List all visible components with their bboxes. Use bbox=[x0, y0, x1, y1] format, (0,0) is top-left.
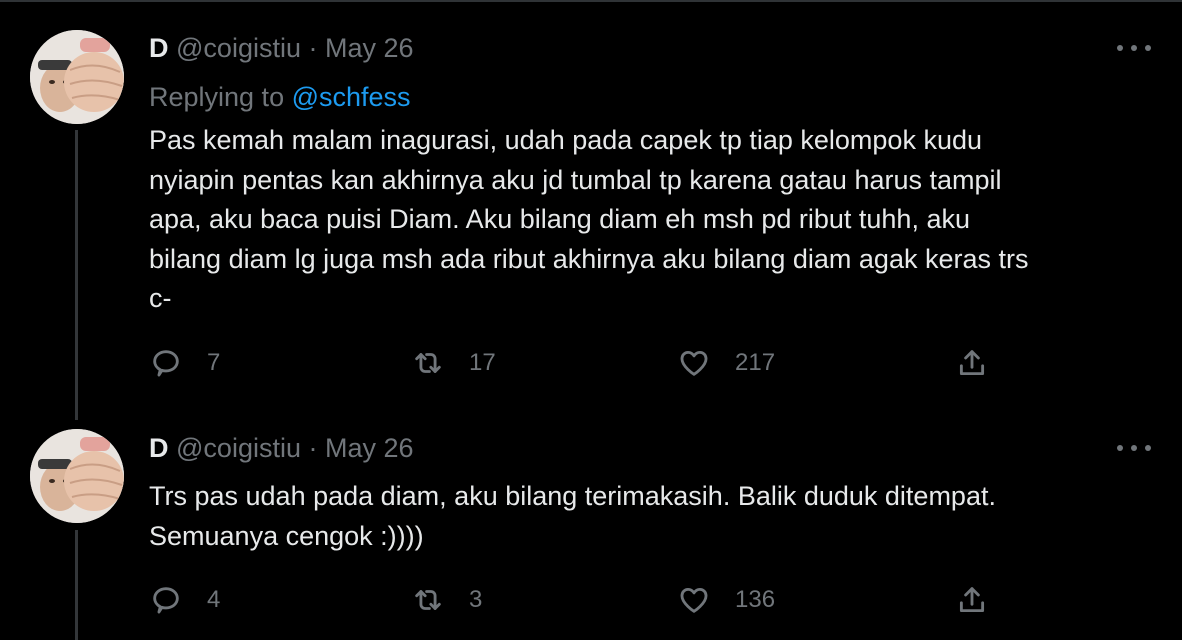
thread-connector-line bbox=[75, 530, 78, 640]
separator: · bbox=[308, 33, 318, 63]
replying-to: Replying to @schfess bbox=[149, 81, 411, 113]
reply-icon bbox=[153, 350, 179, 377]
mention-link[interactable]: @schfess bbox=[292, 82, 411, 112]
retweet-icon bbox=[415, 590, 441, 610]
like-button[interactable]: 136 bbox=[677, 580, 775, 620]
reply-icon bbox=[153, 587, 179, 614]
tweet-text: Trs pas udah pada diam, aku bilang terim… bbox=[149, 481, 996, 551]
retweet-count: 17 bbox=[469, 349, 496, 376]
like-count: 136 bbox=[735, 586, 776, 613]
share-button[interactable] bbox=[955, 580, 989, 620]
share-button[interactable] bbox=[955, 343, 989, 383]
tweet-text: Pas kemah malam inagurasi, udah pada cap… bbox=[149, 125, 1029, 313]
reply-button[interactable]: 7 bbox=[149, 343, 220, 383]
avatar[interactable] bbox=[30, 30, 124, 124]
replying-prefix: Replying to bbox=[149, 82, 285, 112]
more-horizontal-icon bbox=[1117, 45, 1123, 51]
retweet-count: 3 bbox=[469, 586, 483, 613]
like-button[interactable]: 217 bbox=[677, 343, 775, 383]
reply-count: 7 bbox=[207, 349, 221, 376]
tweet-header: D @coigistiu · May 26 bbox=[149, 432, 414, 464]
handle[interactable]: @coigistiu bbox=[176, 433, 301, 463]
share-icon bbox=[959, 350, 985, 376]
tweet-date[interactable]: May 26 bbox=[325, 33, 414, 63]
retweet-icon bbox=[415, 353, 441, 373]
thread-connector-line bbox=[75, 130, 78, 420]
retweet-button[interactable]: 3 bbox=[411, 580, 482, 620]
tweet-actions: 7 17 217 bbox=[149, 343, 1009, 383]
more-horizontal-icon bbox=[1117, 445, 1123, 451]
avatar[interactable] bbox=[30, 429, 124, 523]
display-name[interactable]: D bbox=[149, 33, 169, 63]
share-icon bbox=[959, 587, 985, 613]
reply-count: 4 bbox=[207, 586, 221, 613]
like-count: 217 bbox=[735, 349, 776, 376]
heart-icon bbox=[680, 587, 708, 613]
reply-button[interactable]: 4 bbox=[149, 580, 220, 620]
handle[interactable]: @coigistiu bbox=[176, 33, 301, 63]
display-name[interactable]: D bbox=[149, 433, 169, 463]
more-options-button[interactable] bbox=[1117, 38, 1151, 58]
tweet-actions: 4 3 136 bbox=[149, 580, 1009, 620]
more-options-button[interactable] bbox=[1117, 438, 1151, 458]
tweet-date[interactable]: May 26 bbox=[325, 433, 414, 463]
top-divider bbox=[0, 0, 1182, 2]
heart-icon bbox=[680, 350, 708, 376]
separator: · bbox=[308, 433, 318, 463]
retweet-button[interactable]: 17 bbox=[411, 343, 496, 383]
tweet-header: D @coigistiu · May 26 bbox=[149, 32, 414, 64]
